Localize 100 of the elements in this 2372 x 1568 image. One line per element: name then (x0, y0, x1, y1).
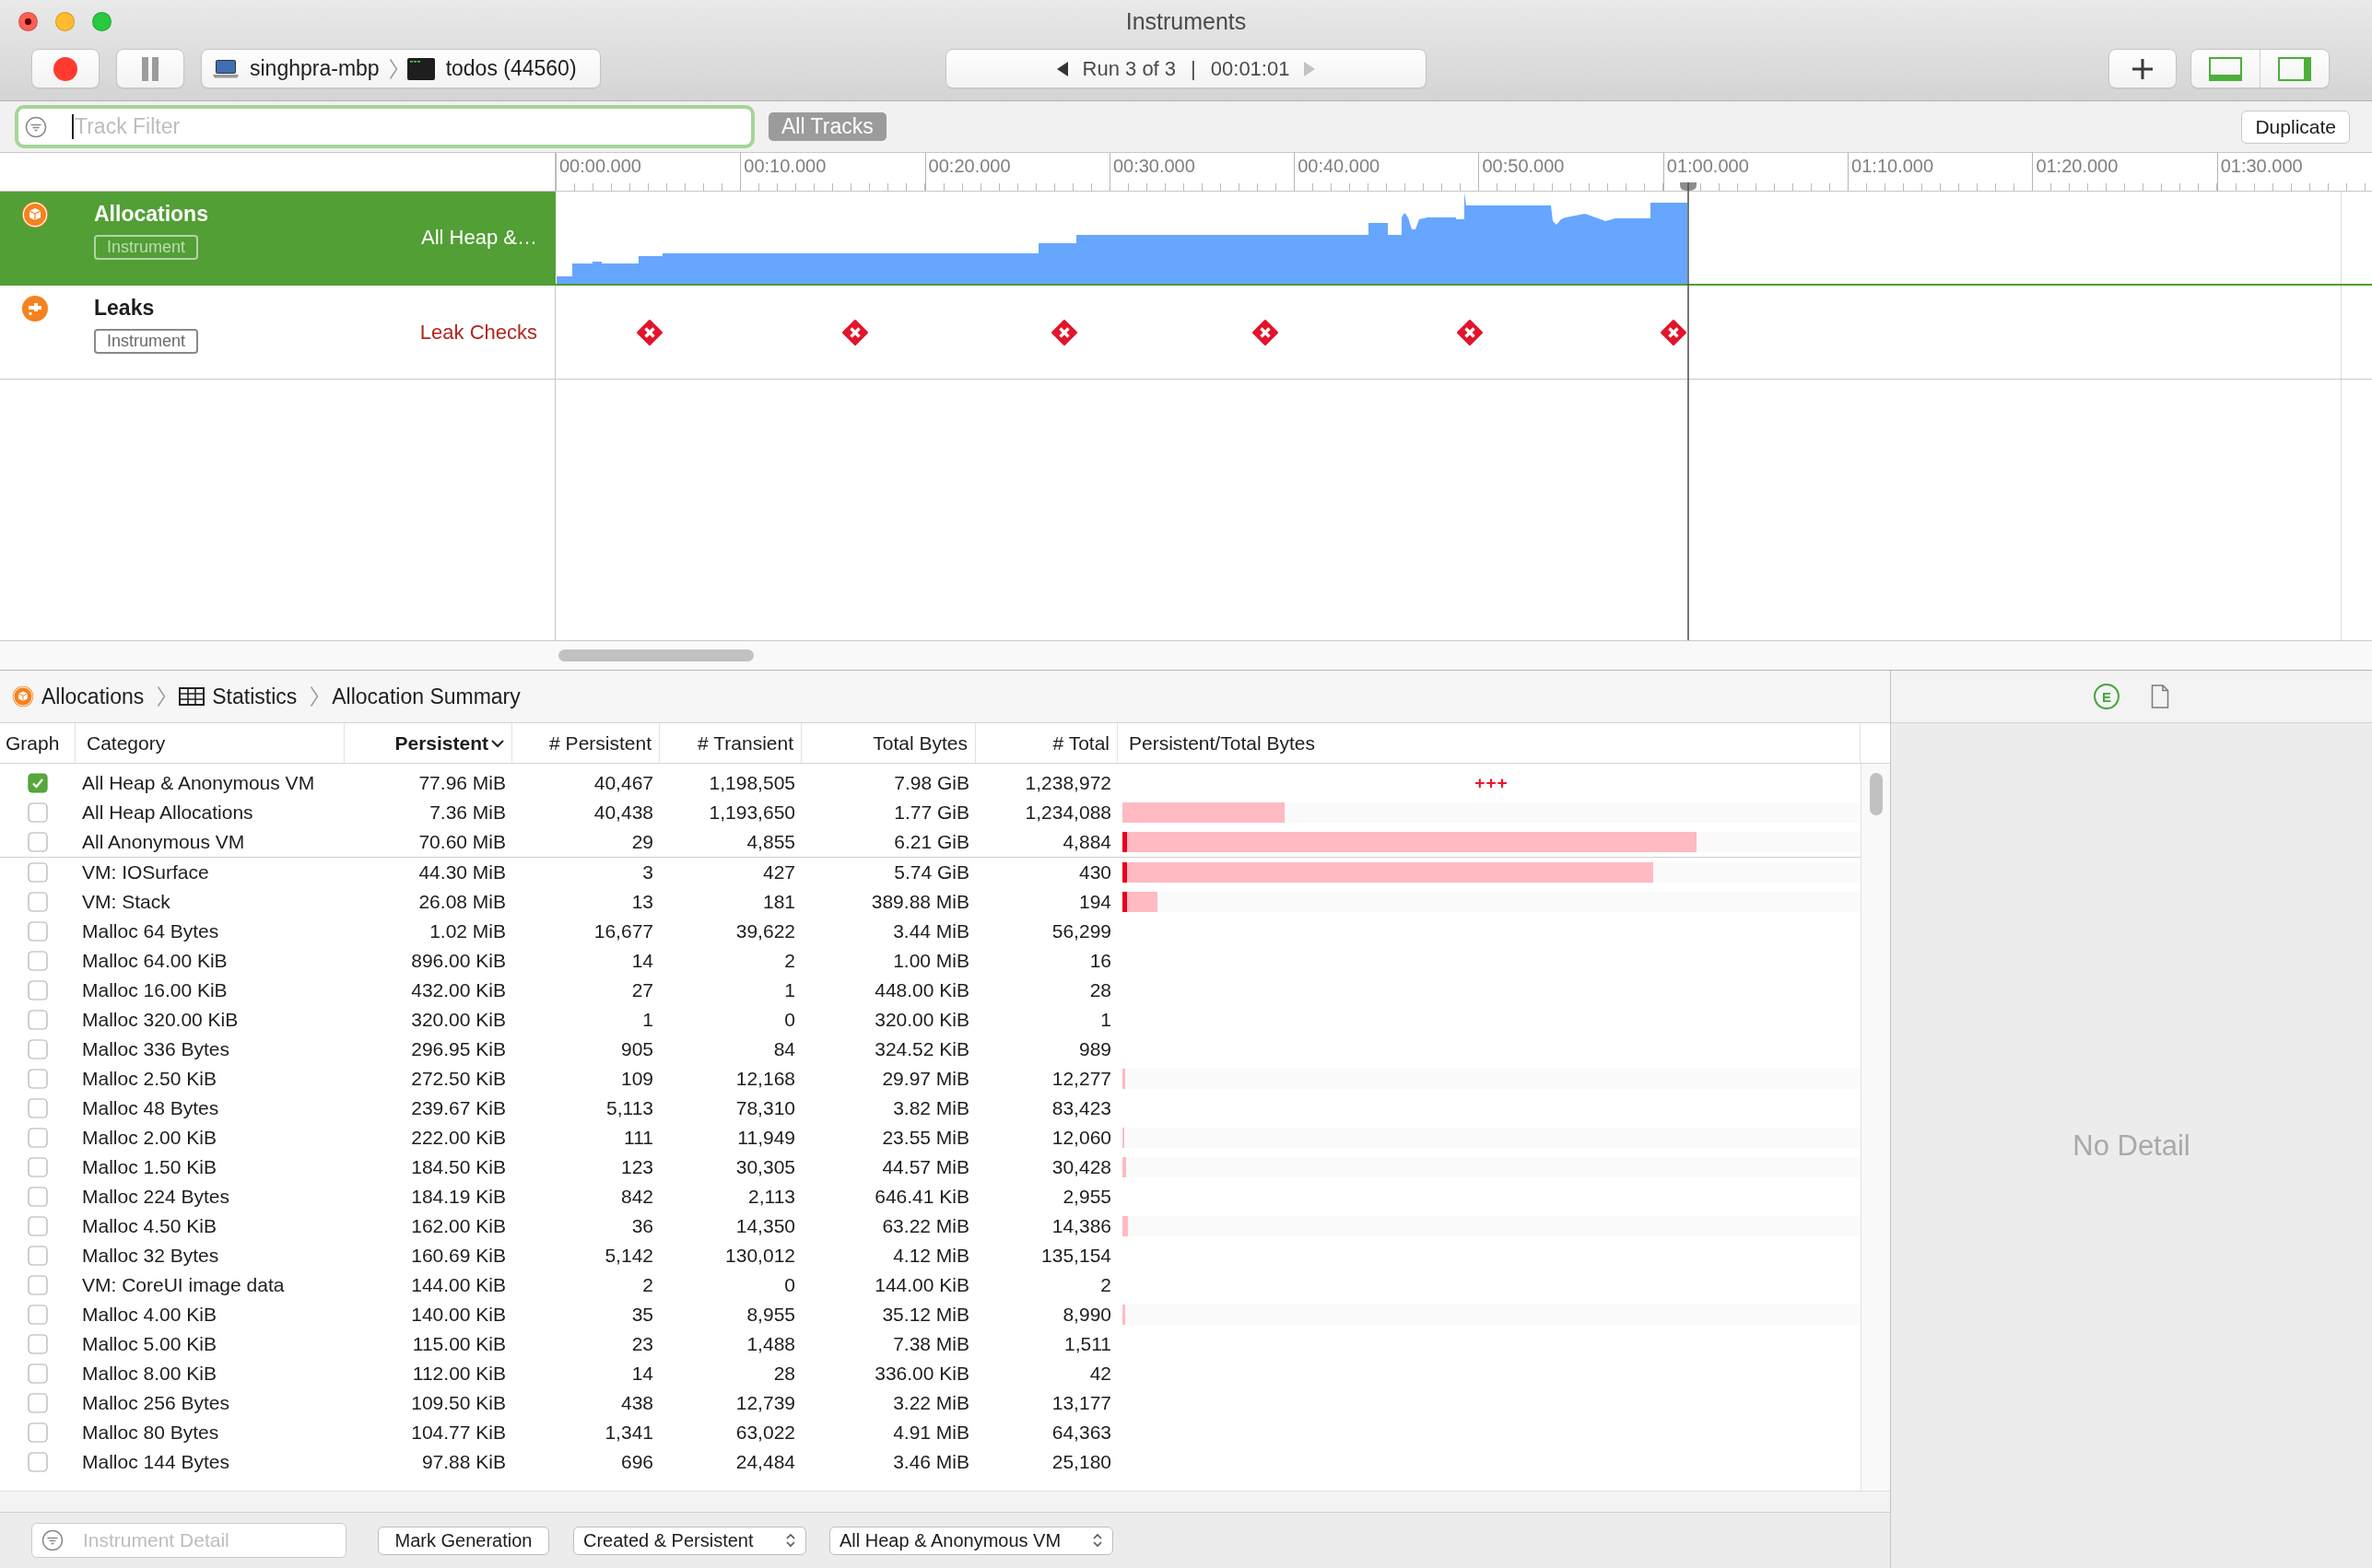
leak-marker-icon[interactable] (1660, 318, 1687, 346)
minimize-button[interactable] (55, 11, 75, 31)
detail-filter-field[interactable]: Instrument Detail (31, 1523, 346, 1558)
table-cell-text: 2,955 (1062, 1185, 1112, 1209)
duplicate-button[interactable]: Duplicate (2241, 110, 2350, 144)
table-cell-text: 36 (630, 1214, 654, 1238)
scrollbar-thumb[interactable] (558, 649, 754, 661)
table-cell-text: 2,113 (747, 1185, 796, 1209)
column-header[interactable]: Category (76, 723, 345, 763)
row-checkbox[interactable] (28, 1422, 48, 1443)
popup-button[interactable]: Created & Persistent (573, 1526, 806, 1555)
row-checkbox[interactable] (28, 1157, 48, 1177)
leak-marker-icon[interactable] (1051, 318, 1078, 346)
table-cell-text: 3.46 MiB (892, 1450, 970, 1474)
table-cell-text: 1,511 (1063, 1332, 1112, 1356)
caret-left-icon[interactable] (1056, 61, 1068, 76)
row-checkbox[interactable] (28, 1275, 48, 1295)
table-cell-text: 4.91 MiB (892, 1421, 970, 1445)
breadcrumb-item[interactable]: Allocation Summary (332, 684, 521, 709)
row-checkbox[interactable] (28, 862, 48, 883)
leak-marker-icon[interactable] (636, 318, 663, 346)
table-cell-text: Malloc 8.00 KiB (81, 1362, 217, 1386)
track-filter-field[interactable]: Track Filter (15, 105, 755, 148)
table-cell-text: 2 (783, 949, 796, 973)
mark-generation-button[interactable]: Mark Generation (378, 1526, 549, 1555)
time-ruler[interactable]: 00:00.000 00:10.000 00:20.000 00:30.000 00:40.000 00:50.000 01:00.000 01:10.000 01:20.000 01:30.000 (556, 153, 2372, 191)
column-header[interactable]: Persistent/Total Bytes (1118, 723, 1861, 763)
table-cell-text: 7.36 MiB (429, 801, 507, 825)
row-checkbox[interactable] (28, 1246, 48, 1266)
leak-marker-icon[interactable] (841, 318, 869, 346)
column-header[interactable]: # Persistent (512, 723, 660, 763)
scrollbar-thumb[interactable] (1869, 773, 1883, 815)
process-button[interactable]: todos (44560) (406, 56, 577, 81)
row-checkbox[interactable] (28, 980, 48, 1000)
table-cell-text: 896.00 KiB (410, 949, 507, 973)
row-checkbox[interactable] (28, 1334, 48, 1354)
table-cell-text: 83,423 (1051, 1096, 1112, 1120)
table-cell-text: 5,142 (604, 1244, 654, 1268)
filter-icon (25, 115, 47, 138)
table-cell-text: 144.00 KiB (874, 1273, 970, 1297)
playhead[interactable] (1680, 182, 1697, 640)
row-checkbox[interactable] (28, 1069, 48, 1089)
time-label: 00:50.000 (1482, 156, 1565, 177)
close-button[interactable] (18, 11, 38, 31)
right-panel-icon[interactable] (2278, 56, 2311, 81)
row-checkbox[interactable] (28, 832, 48, 852)
record-button[interactable] (31, 49, 100, 88)
column-header[interactable]: # Total (976, 723, 1118, 763)
chevron-icon (388, 57, 398, 80)
bottom-panel-icon[interactable] (2209, 56, 2242, 81)
column-header[interactable]: Total Bytes (802, 723, 976, 763)
leak-marker-icon[interactable] (1456, 318, 1484, 346)
table-cell-text: 432.00 KiB (410, 978, 507, 1002)
table-cell-text: 646.41 KiB (874, 1185, 970, 1209)
leak-marker-icon[interactable] (1251, 318, 1279, 346)
row-checkbox[interactable] (28, 1393, 48, 1413)
table-cell-text: 1 (783, 978, 796, 1002)
row-checkbox[interactable] (28, 1363, 48, 1384)
table-cell-text: 0 (783, 1008, 796, 1032)
table-cell-text: 1,341 (604, 1421, 654, 1445)
row-checkbox[interactable] (28, 1039, 48, 1059)
zoom-button[interactable] (92, 11, 112, 31)
table-cell-text: 160.69 KiB (410, 1244, 507, 1268)
row-checkbox[interactable] (28, 951, 48, 971)
table-cell-text: 1,234,088 (1024, 801, 1112, 825)
document-icon[interactable] (2151, 685, 2169, 708)
row-checkbox[interactable] (28, 1010, 48, 1030)
row-checkbox[interactable] (28, 773, 48, 793)
table-cell-text: All Heap & Anonymous VM (81, 771, 316, 795)
table-cell-text: 16,677 (593, 919, 654, 943)
table-cell-text: 14 (630, 1362, 654, 1386)
row-checkbox[interactable] (28, 1128, 48, 1148)
row-checkbox[interactable] (28, 892, 48, 912)
table-cell-text: 63.22 MiB (881, 1214, 970, 1238)
breadcrumb-item[interactable]: Statistics (179, 684, 298, 709)
column-header[interactable]: Persistent (345, 723, 512, 763)
row-checkbox[interactable] (28, 1452, 48, 1472)
row-checkbox[interactable] (28, 1098, 48, 1118)
table-cell-text: 1,488 (746, 1332, 796, 1356)
text-cursor-icon (72, 114, 74, 139)
table-cell-text: 3.22 MiB (892, 1391, 970, 1415)
column-header[interactable]: # Transient (660, 723, 802, 763)
popup-button[interactable]: All Heap & Anonymous VM (829, 1526, 1113, 1555)
time-label: 00:10.000 (744, 156, 827, 177)
table-cell-text: 97.88 KiB (420, 1450, 507, 1474)
table-cell-text: 63,022 (734, 1421, 796, 1445)
table-cell-text: 4,884 (1062, 830, 1112, 854)
table-cell-text: 14 (630, 949, 654, 973)
column-header[interactable]: Graph (0, 723, 76, 763)
table-cell-text: 25,180 (1051, 1450, 1112, 1474)
pause-button[interactable] (116, 49, 184, 88)
row-checkbox[interactable] (28, 921, 48, 942)
breadcrumb-item[interactable]: Allocations (12, 684, 145, 709)
row-checkbox[interactable] (28, 802, 48, 823)
table-cell-text: 7.98 GiB (893, 771, 970, 795)
row-checkbox[interactable] (28, 1216, 48, 1236)
row-checkbox[interactable] (28, 1187, 48, 1207)
row-checkbox[interactable] (28, 1305, 48, 1325)
device-button[interactable]: singhpra-mbp (213, 56, 380, 81)
add-button[interactable] (2108, 49, 2177, 88)
